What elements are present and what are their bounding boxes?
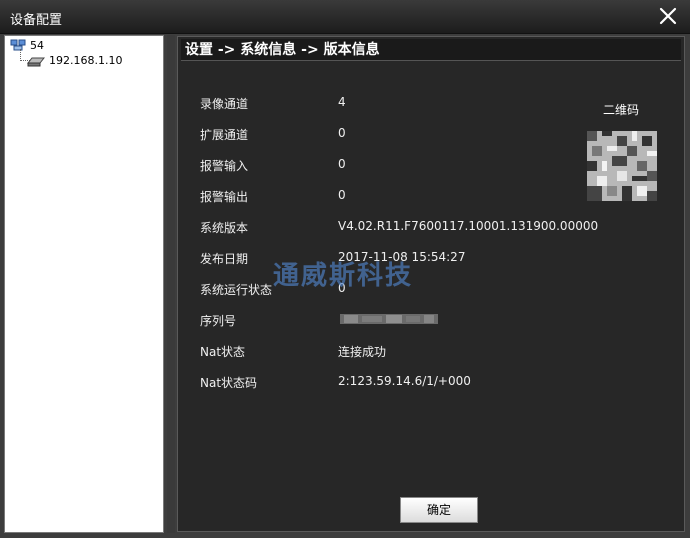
version-info-panel: 设置 -> 系统信息 -> 版本信息 录像通道 4 扩展通道 0 报警输入 0 …: [177, 36, 685, 532]
info-value: 0: [338, 126, 346, 140]
info-key: Nat状态: [200, 345, 246, 359]
info-key: 系统版本: [200, 221, 249, 235]
info-key: 系统运行状态: [200, 283, 273, 297]
info-row: Nat状态码 2:123.59.14.6/1/+000: [200, 374, 580, 394]
dvr-device-icon: [27, 57, 45, 66]
watermark: 通威斯科技: [273, 261, 414, 291]
tree-node-root-label: 54: [30, 38, 44, 52]
info-value: 0: [338, 157, 346, 171]
qr-code-image: [587, 131, 657, 201]
info-key: 报警输出: [200, 190, 249, 204]
info-value: 2:123.59.14.6/1/+000: [338, 374, 471, 388]
close-icon[interactable]: [658, 6, 678, 26]
tree-node-device-label: 192.168.1.10: [49, 54, 123, 67]
breadcrumb: 设置 -> 系统信息 -> 版本信息: [181, 39, 681, 61]
info-row: 录像通道 4: [200, 95, 580, 115]
title-bar: 设备配置: [0, 0, 690, 34]
qr-code-label: 二维码: [603, 103, 640, 117]
info-key: 发布日期: [200, 252, 249, 266]
info-key: 扩展通道: [200, 128, 249, 142]
serial-redaction: [340, 314, 438, 324]
info-key: 录像通道: [200, 97, 249, 111]
info-row: 报警输入 0: [200, 157, 580, 177]
device-tree: 54 192.168.1.10: [4, 35, 164, 533]
tree-node-device[interactable]: 192.168.1.10: [27, 54, 122, 67]
info-row: 报警输出 0: [200, 188, 580, 208]
info-key: Nat状态码: [200, 376, 258, 390]
info-value: 连接成功: [338, 345, 387, 359]
info-value: V4.02.R11.F7600117.10001.131900.00000: [338, 219, 599, 233]
info-row: Nat状态 连接成功: [200, 343, 580, 363]
window-title: 设备配置: [10, 13, 63, 28]
info-row: 系统版本 V4.02.R11.F7600117.10001.131900.000…: [200, 219, 598, 239]
info-row: 扩展通道 0: [200, 126, 580, 146]
splitter[interactable]: [167, 35, 175, 533]
info-value: 0: [338, 188, 346, 202]
info-key: 报警输入: [200, 159, 249, 173]
ok-button[interactable]: 确定: [400, 497, 478, 523]
info-key: 序列号: [200, 314, 237, 328]
info-value: 4: [338, 95, 346, 109]
